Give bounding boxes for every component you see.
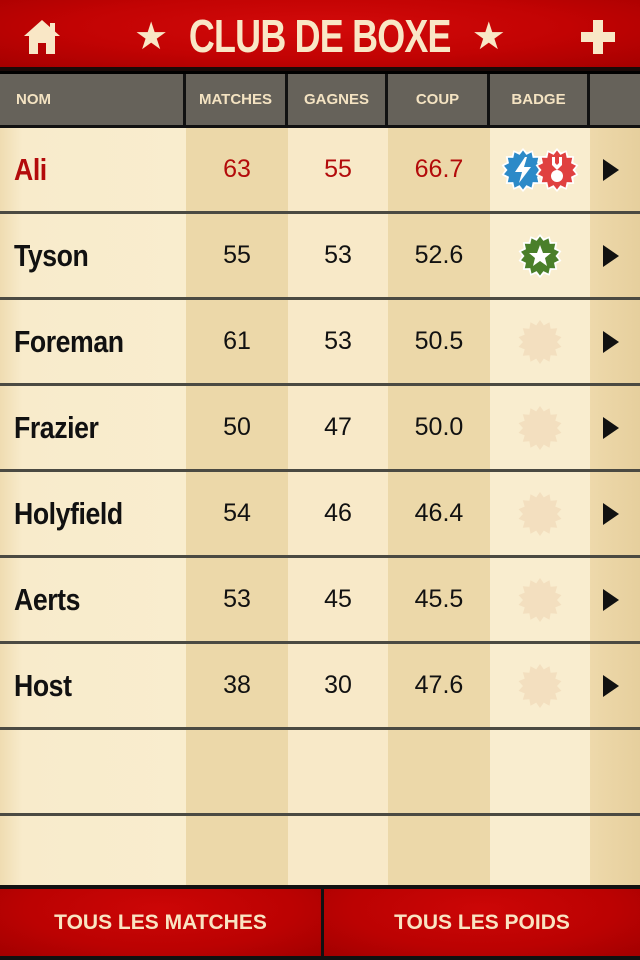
cell-nom: Tyson bbox=[14, 237, 89, 273]
cell-arrow[interactable] bbox=[590, 128, 640, 211]
app-title: ★ CLUB DE BOXE ★ bbox=[0, 8, 640, 64]
column-matches[interactable]: MATCHES bbox=[186, 74, 288, 125]
column-coup[interactable]: COUP bbox=[388, 74, 490, 125]
star-icon: ★ bbox=[471, 14, 506, 58]
table-row[interactable]: Ali 63 55 66.7 bbox=[0, 128, 640, 214]
cell-nom: Foreman bbox=[14, 323, 124, 359]
cell-coup: 47.6 bbox=[414, 671, 464, 699]
cell-arrow[interactable] bbox=[590, 214, 640, 297]
table-row[interactable]: Host 38 30 47.6 bbox=[0, 644, 640, 730]
add-button[interactable] bbox=[578, 18, 618, 56]
table-row[interactable]: Frazier 50 47 50.0 bbox=[0, 386, 640, 472]
badge-group bbox=[518, 233, 562, 278]
cell-badge bbox=[490, 472, 590, 555]
disclosure-arrow-icon[interactable] bbox=[603, 588, 619, 611]
cell-gagnes: 45 bbox=[324, 585, 352, 613]
cell-arrow[interactable] bbox=[590, 472, 640, 555]
cell-coup: 46.4 bbox=[414, 499, 464, 527]
star-icon: ★ bbox=[134, 14, 169, 58]
cell-nom: Ali bbox=[14, 151, 47, 187]
cell-matches: 61 bbox=[223, 327, 251, 355]
disclosure-arrow-icon[interactable] bbox=[603, 416, 619, 439]
column-gagnes[interactable]: GAGNES bbox=[288, 74, 388, 125]
empty-badge-icon bbox=[518, 319, 562, 364]
column-spacer bbox=[590, 74, 640, 125]
table-row[interactable]: Aerts 53 45 45.5 bbox=[0, 558, 640, 644]
cell-arrow[interactable] bbox=[590, 644, 640, 727]
star-badge-icon bbox=[518, 233, 562, 278]
cell-matches: 50 bbox=[223, 413, 251, 441]
column-badge[interactable]: BADGE bbox=[490, 74, 590, 125]
cell-arrow[interactable] bbox=[590, 386, 640, 469]
empty-badge-icon bbox=[518, 663, 562, 708]
table-row[interactable]: Holyfield 54 46 46.4 bbox=[0, 472, 640, 558]
badge-group bbox=[501, 147, 579, 192]
all-matches-button[interactable]: TOUS LES MATCHES bbox=[0, 889, 321, 956]
cell-gagnes: 47 bbox=[324, 413, 352, 441]
cell-arrow[interactable] bbox=[590, 558, 640, 641]
cell-coup: 66.7 bbox=[414, 155, 464, 183]
table-row[interactable]: Tyson 55 53 52.6 bbox=[0, 214, 640, 300]
empty-badge-icon bbox=[518, 491, 562, 536]
disclosure-arrow-icon[interactable] bbox=[603, 158, 619, 181]
cell-coup: 45.5 bbox=[414, 585, 464, 613]
empty-row bbox=[0, 730, 640, 816]
column-nom[interactable]: NOM bbox=[0, 74, 186, 125]
empty-badge-icon bbox=[518, 405, 562, 450]
cell-nom: Holyfield bbox=[14, 495, 123, 531]
disclosure-arrow-icon[interactable] bbox=[603, 674, 619, 697]
cell-matches: 38 bbox=[223, 671, 251, 699]
cell-nom: Host bbox=[14, 667, 72, 703]
cell-gagnes: 55 bbox=[324, 155, 352, 183]
cell-badge bbox=[490, 386, 590, 469]
ranking-table: Ali 63 55 66.7 Tyson 55 53 52.6 Foreman 61 53 50.5 F… bbox=[0, 128, 640, 886]
cell-coup: 50.5 bbox=[414, 327, 464, 355]
medal-badge-icon bbox=[535, 147, 579, 192]
cell-arrow[interactable] bbox=[590, 300, 640, 383]
top-bar: ★ CLUB DE BOXE ★ bbox=[0, 0, 640, 71]
cell-matches: 55 bbox=[223, 241, 251, 269]
cell-nom: Frazier bbox=[14, 409, 99, 445]
cell-badge bbox=[490, 558, 590, 641]
cell-gagnes: 53 bbox=[324, 241, 352, 269]
cell-gagnes: 53 bbox=[324, 327, 352, 355]
disclosure-arrow-icon[interactable] bbox=[603, 330, 619, 353]
cell-badge bbox=[490, 644, 590, 727]
footer-bar: TOUS LES MATCHES TOUS LES POIDS bbox=[0, 885, 640, 960]
disclosure-arrow-icon[interactable] bbox=[603, 502, 619, 525]
table-row[interactable]: Foreman 61 53 50.5 bbox=[0, 300, 640, 386]
cell-badge bbox=[490, 300, 590, 383]
title-text: CLUB DE BOXE bbox=[189, 10, 452, 62]
column-header: NOM MATCHES GAGNES COUP BADGE bbox=[0, 74, 640, 128]
cell-matches: 63 bbox=[223, 155, 251, 183]
cell-matches: 54 bbox=[223, 499, 251, 527]
disclosure-arrow-icon[interactable] bbox=[603, 244, 619, 267]
empty-badge-icon bbox=[518, 577, 562, 622]
plus-icon bbox=[581, 20, 615, 54]
cell-badge bbox=[490, 128, 590, 211]
cell-coup: 50.0 bbox=[414, 413, 464, 441]
cell-matches: 53 bbox=[223, 585, 251, 613]
cell-badge bbox=[490, 214, 590, 297]
cell-nom: Aerts bbox=[14, 581, 81, 617]
cell-coup: 52.6 bbox=[414, 241, 464, 269]
cell-gagnes: 46 bbox=[324, 499, 352, 527]
all-weights-button[interactable]: TOUS LES POIDS bbox=[324, 889, 640, 956]
cell-gagnes: 30 bbox=[324, 671, 352, 699]
empty-row bbox=[0, 816, 640, 886]
